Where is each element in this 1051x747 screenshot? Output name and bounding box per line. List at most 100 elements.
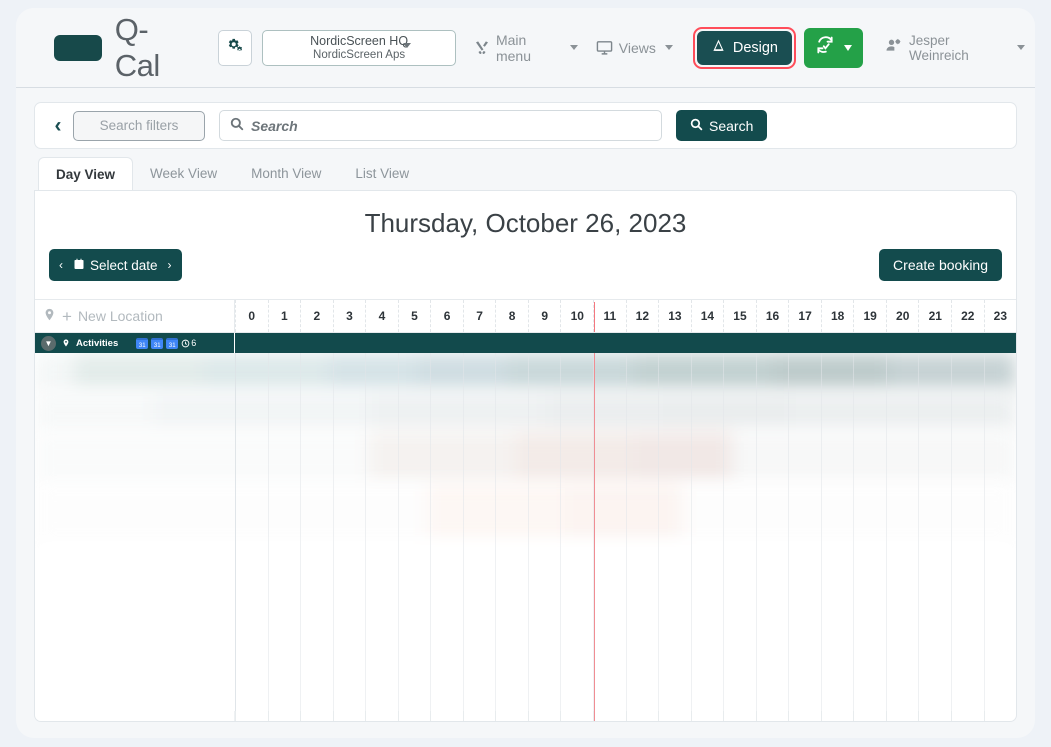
map-pin-icon — [62, 338, 70, 348]
clock-badge-value: 6 — [191, 338, 197, 348]
search-icon — [230, 117, 244, 134]
ruler-tick-10 — [560, 711, 593, 721]
chevron-left-icon[interactable]: ‹ — [47, 114, 69, 138]
ruler-tick-18 — [820, 711, 854, 721]
hour-label-17: 17 — [788, 300, 821, 332]
blurred-event-block — [662, 391, 791, 431]
timeline-header: + New Location 0 1 2 3 4 5 6 7 8 9 10 11 12 13 14 15 16 1… — [35, 299, 1016, 333]
main-menu-button[interactable]: Main menu — [474, 32, 578, 64]
blurred-event-block — [152, 391, 369, 431]
hour-label-21: 21 — [918, 300, 951, 332]
calendar-badge-icon: 31 — [166, 337, 179, 349]
blurred-event-block — [35, 353, 75, 391]
ruler-tick-14 — [690, 711, 724, 721]
hour-label-15: 15 — [723, 300, 756, 332]
chevron-down-icon — [1017, 45, 1025, 50]
sync-check-icon — [815, 35, 835, 60]
blurred-event-block — [417, 353, 506, 391]
brand-logo[interactable]: Q-Cal — [54, 12, 190, 84]
ruler-tick-9 — [527, 711, 561, 721]
hour-label-13: 13 — [658, 300, 691, 332]
blurred-event-block — [633, 353, 771, 391]
calendar-badge-icon: 31 — [151, 337, 164, 349]
ruler-tick-12 — [625, 711, 659, 721]
ruler-tick-15 — [723, 711, 756, 721]
ruler-tick-3 — [332, 711, 366, 721]
ruler-tick-8 — [495, 711, 528, 721]
search-filters-button[interactable]: Search filters — [73, 110, 205, 141]
hour-label-11: 11 — [593, 300, 626, 332]
blurred-event-block — [35, 391, 153, 431]
blurred-event-block — [888, 353, 1016, 391]
calendar-icon — [73, 258, 85, 273]
hour-label-16: 16 — [755, 300, 789, 332]
sync-button[interactable] — [803, 27, 863, 68]
design-button[interactable]: Design — [696, 30, 792, 65]
hour-label-7: 7 — [462, 300, 496, 332]
tools-icon — [474, 40, 490, 56]
blurred-event-block — [682, 483, 1016, 541]
q-cal-logo-mark-icon — [54, 34, 102, 61]
calendar-body[interactable] — [35, 353, 1016, 721]
organization-name: NordicScreen HQ — [310, 34, 409, 48]
views-label: Views — [618, 39, 656, 56]
calendar-date-title: Thursday, October 26, 2023 — [364, 208, 687, 238]
user-menu[interactable]: Jesper Weinreich — [885, 33, 1025, 63]
ruler-tick-2 — [300, 711, 333, 721]
chevron-down-icon — [402, 42, 411, 48]
user-name: Jesper Weinreich — [908, 32, 969, 63]
blurred-event-block — [74, 353, 202, 391]
blurred-event-block — [35, 431, 369, 483]
views-button[interactable]: Views — [596, 39, 673, 56]
blurred-event-block — [790, 391, 1016, 431]
location-column-divider — [235, 353, 236, 721]
ruler-tick-23 — [983, 711, 1016, 721]
search-submit-label: Search — [709, 117, 754, 134]
user-gear-icon — [885, 38, 902, 57]
organization-sub: NordicScreen Aps — [313, 49, 406, 61]
map-pin-icon — [43, 307, 56, 325]
blurred-content-band — [35, 483, 1016, 541]
hour-label-19: 19 — [853, 300, 886, 332]
bottom-ruler — [35, 711, 1016, 721]
select-date-button[interactable]: Select date — [73, 258, 158, 273]
hour-ruler: 0 1 2 3 4 5 6 7 8 9 10 11 12 13 14 15 16 17 18 19 20 21 22 23 — [235, 300, 1016, 332]
plus-icon: + — [62, 306, 72, 326]
app-window: Q-Cal NordicScreen HQ NordicScreen Aps M… — [16, 8, 1035, 738]
blurred-event-block — [368, 391, 546, 431]
ruler-tick-6 — [430, 711, 463, 721]
next-day-button[interactable]: › — [168, 258, 172, 272]
tab-week-view[interactable]: Week View — [133, 157, 234, 190]
hour-label-2: 2 — [300, 300, 333, 332]
blurred-event-block — [427, 483, 565, 541]
ruler-tick-22 — [951, 711, 984, 721]
design-label: Design — [732, 39, 778, 56]
ruler-tick-7 — [462, 711, 496, 721]
chevron-down-circle-icon[interactable]: ▼ — [41, 335, 56, 351]
blurred-event-block — [368, 431, 516, 483]
location-group-row[interactable]: ▼ Activities 31 31 31 6 — [35, 333, 1016, 353]
main-content: ‹ Search filters Search Search Day View … — [16, 88, 1035, 738]
blurred-event-block — [770, 353, 889, 391]
ruler-tick-4 — [365, 711, 398, 721]
tab-list-view[interactable]: List View — [338, 157, 426, 190]
current-time-indicator-head — [593, 302, 596, 332]
blurred-event-block — [329, 353, 418, 391]
new-location-label: New Location — [77, 308, 163, 324]
tab-month-view[interactable]: Month View — [234, 157, 338, 190]
search-submit-button[interactable]: Search — [676, 110, 768, 141]
hour-label-6: 6 — [430, 300, 463, 332]
blurred-content-band — [35, 391, 1016, 431]
search-input[interactable]: Search — [219, 110, 662, 141]
ruler-tick-20 — [885, 711, 919, 721]
tab-day-view[interactable]: Day View — [38, 157, 134, 190]
prev-day-button[interactable]: ‹ — [59, 258, 63, 272]
create-booking-button[interactable]: Create booking — [879, 249, 1002, 281]
hour-label-12: 12 — [625, 300, 659, 332]
hour-label-3: 3 — [332, 300, 366, 332]
new-location-button[interactable]: + New Location — [35, 300, 235, 332]
organization-selector[interactable]: NordicScreen HQ NordicScreen Aps — [262, 29, 456, 66]
search-icon — [690, 118, 703, 134]
blurred-content-band — [35, 431, 1016, 483]
settings-button[interactable] — [217, 29, 253, 66]
